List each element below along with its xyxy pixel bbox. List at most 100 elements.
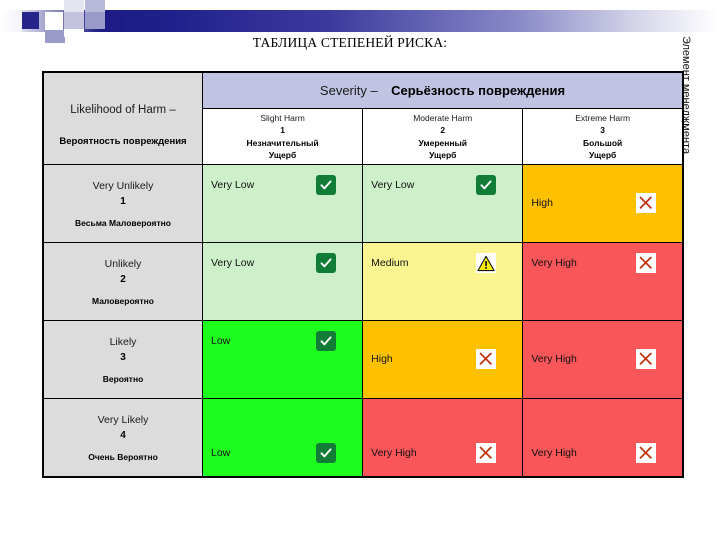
risk-cell-r4-c2: Very High [362, 398, 524, 478]
severity-header-cell: Severity – Серьёзность повреждения [202, 71, 684, 109]
likelihood-en: Unlikely [104, 257, 142, 270]
severity-col-ru2: Ущерб [429, 149, 457, 160]
risk-cell-content: Very High [363, 443, 522, 463]
table-row: Very Likely 4 Очень Вероятно Low Very High Ve… [42, 398, 684, 478]
risk-cell-content: Very High [523, 349, 682, 369]
severity-col-en: Slight Harm [260, 112, 305, 123]
warning-icon [476, 253, 497, 273]
likelihood-ru: Очень Вероятно [88, 452, 158, 463]
severity-header-en: Severity – [319, 82, 378, 98]
risk-level-label: Very Low [211, 257, 255, 269]
check-icon [316, 175, 337, 195]
likelihood-num: 4 [120, 430, 126, 442]
cross-icon [636, 349, 656, 369]
table-row: Very Unlikely 1 Весьма Маловероятно Very Lo… [42, 164, 684, 243]
risk-matrix-table: Likelihood of Harm – Вероятность поврежд… [42, 71, 684, 478]
risk-level-label: High [371, 353, 393, 365]
severity-col-en: Extreme Harm [575, 112, 631, 123]
page-title: ТАБЛИЦА СТЕПЕНЕЙ РИСКА: [252, 35, 448, 50]
severity-col-ru1: Большой [583, 137, 623, 148]
risk-cell-r2-c3: Very High [522, 242, 684, 321]
likelihood-ru: Весьма Маловероятно [75, 218, 171, 229]
banner-square-lightest [64, 0, 84, 12]
risk-level-label: Very High [371, 447, 417, 459]
risk-cell-r1-c3: High [522, 164, 684, 243]
risk-cell-content: Very High [523, 443, 682, 463]
slide-banner [0, 0, 720, 43]
likelihood-header-en: Likelihood of Harm – [70, 103, 176, 116]
table-row: Likely 3 Вероятно Low High Very High [42, 320, 684, 399]
cross-icon [636, 253, 656, 273]
likelihood-en: Very Unlikely [92, 179, 154, 192]
likelihood-header-ru: Вероятность повреждения [59, 135, 187, 147]
risk-cell-content: High [363, 349, 522, 369]
risk-cell-r4-c3: Very High [522, 398, 684, 478]
cross-icon [476, 443, 497, 463]
risk-cell-content: Low [203, 331, 362, 351]
risk-cell-r3-c1: Low [201, 320, 364, 399]
banner-square-navy [22, 12, 39, 29]
table-row: Unlikely 2 Маловероятно Very Low Medium Very … [42, 242, 684, 321]
risk-level-label: Low [211, 335, 231, 347]
risk-level-label: Very High [531, 447, 577, 459]
risk-level-label: Very High [531, 257, 577, 269]
severity-col-num: 2 [440, 125, 446, 136]
severity-col-ru1: Умеренный [418, 137, 468, 148]
risk-level-label: Low [211, 447, 231, 459]
risk-cell-r4-c1: Low [201, 398, 364, 478]
risk-cell-r1-c2: Very Low [362, 164, 524, 243]
severity-column-header-3: Extreme Harm 3 Большой Ущерб [522, 108, 684, 165]
banner-square-white [45, 12, 63, 30]
severity-col-num: 1 [280, 125, 285, 136]
risk-cell-content: Low [203, 443, 362, 463]
check-icon [476, 175, 497, 195]
banner-square-midd [85, 12, 105, 29]
risk-cell-r3-c2: High [362, 320, 524, 399]
check-icon [316, 331, 337, 351]
likelihood-en: Very Likely [97, 413, 149, 426]
severity-col-ru2: Ущерб [589, 149, 617, 160]
risk-cell-content: Very High [523, 253, 682, 273]
likelihood-cell-3: Likely 3 Вероятно [42, 320, 203, 399]
likelihood-ru: Маловероятно [92, 296, 154, 307]
risk-cell-content: High [523, 193, 682, 213]
cross-icon [636, 193, 656, 213]
likelihood-cell-2: Unlikely 2 Маловероятно [42, 242, 203, 321]
risk-level-label: Very Low [211, 179, 255, 191]
severity-column-header-2: Moderate Harm 2 Умеренный Ущерб [362, 108, 524, 165]
likelihood-header-cell: Likelihood of Harm – Вероятность поврежд… [42, 71, 203, 165]
likelihood-en: Likely [109, 335, 137, 348]
risk-cell-content: Very Low [203, 253, 362, 273]
banner-square-navy-block [105, 12, 123, 31]
cross-icon [636, 443, 656, 463]
risk-cell-r1-c1: Very Low [201, 164, 364, 243]
banner-square-light [85, 0, 105, 12]
severity-col-en: Moderate Harm [413, 112, 473, 123]
likelihood-ru: Вероятно [102, 374, 144, 385]
check-icon [316, 253, 337, 273]
likelihood-num: 3 [120, 352, 126, 364]
severity-col-num: 3 [600, 125, 606, 136]
severity-col-ru1: Незначительный [246, 137, 319, 148]
likelihood-cell-4: Very Likely 4 Очень Вероятно [42, 398, 203, 478]
banner-square-mid [64, 12, 84, 29]
risk-cell-r2-c2: Medium [362, 242, 524, 321]
severity-header-ru: Серьёзность повреждения [391, 82, 566, 98]
risk-cell-content: Very Low [363, 175, 522, 195]
likelihood-cell-1: Very Unlikely 1 Весьма Маловероятно [42, 164, 203, 243]
severity-column-header-1: Slight Harm 1 Незначительный Ущерб [201, 108, 364, 165]
risk-cell-r2-c1: Very Low [201, 242, 364, 321]
risk-level-label: High [531, 197, 553, 209]
risk-cell-content: Medium [363, 253, 522, 273]
risk-level-label: Very High [531, 353, 577, 365]
severity-col-ru2: Ущерб [268, 149, 297, 160]
risk-cell-r3-c3: Very High [522, 320, 684, 399]
cross-icon [476, 349, 497, 369]
banner-square-fade [0, 10, 22, 32]
likelihood-num: 1 [120, 196, 126, 208]
table-header-row-top: Likelihood of Harm – Вероятность поврежд… [42, 71, 684, 165]
check-icon [316, 443, 337, 463]
risk-level-label: Very Low [371, 179, 415, 191]
likelihood-num: 2 [120, 274, 126, 286]
risk-level-label: Medium [371, 257, 409, 269]
